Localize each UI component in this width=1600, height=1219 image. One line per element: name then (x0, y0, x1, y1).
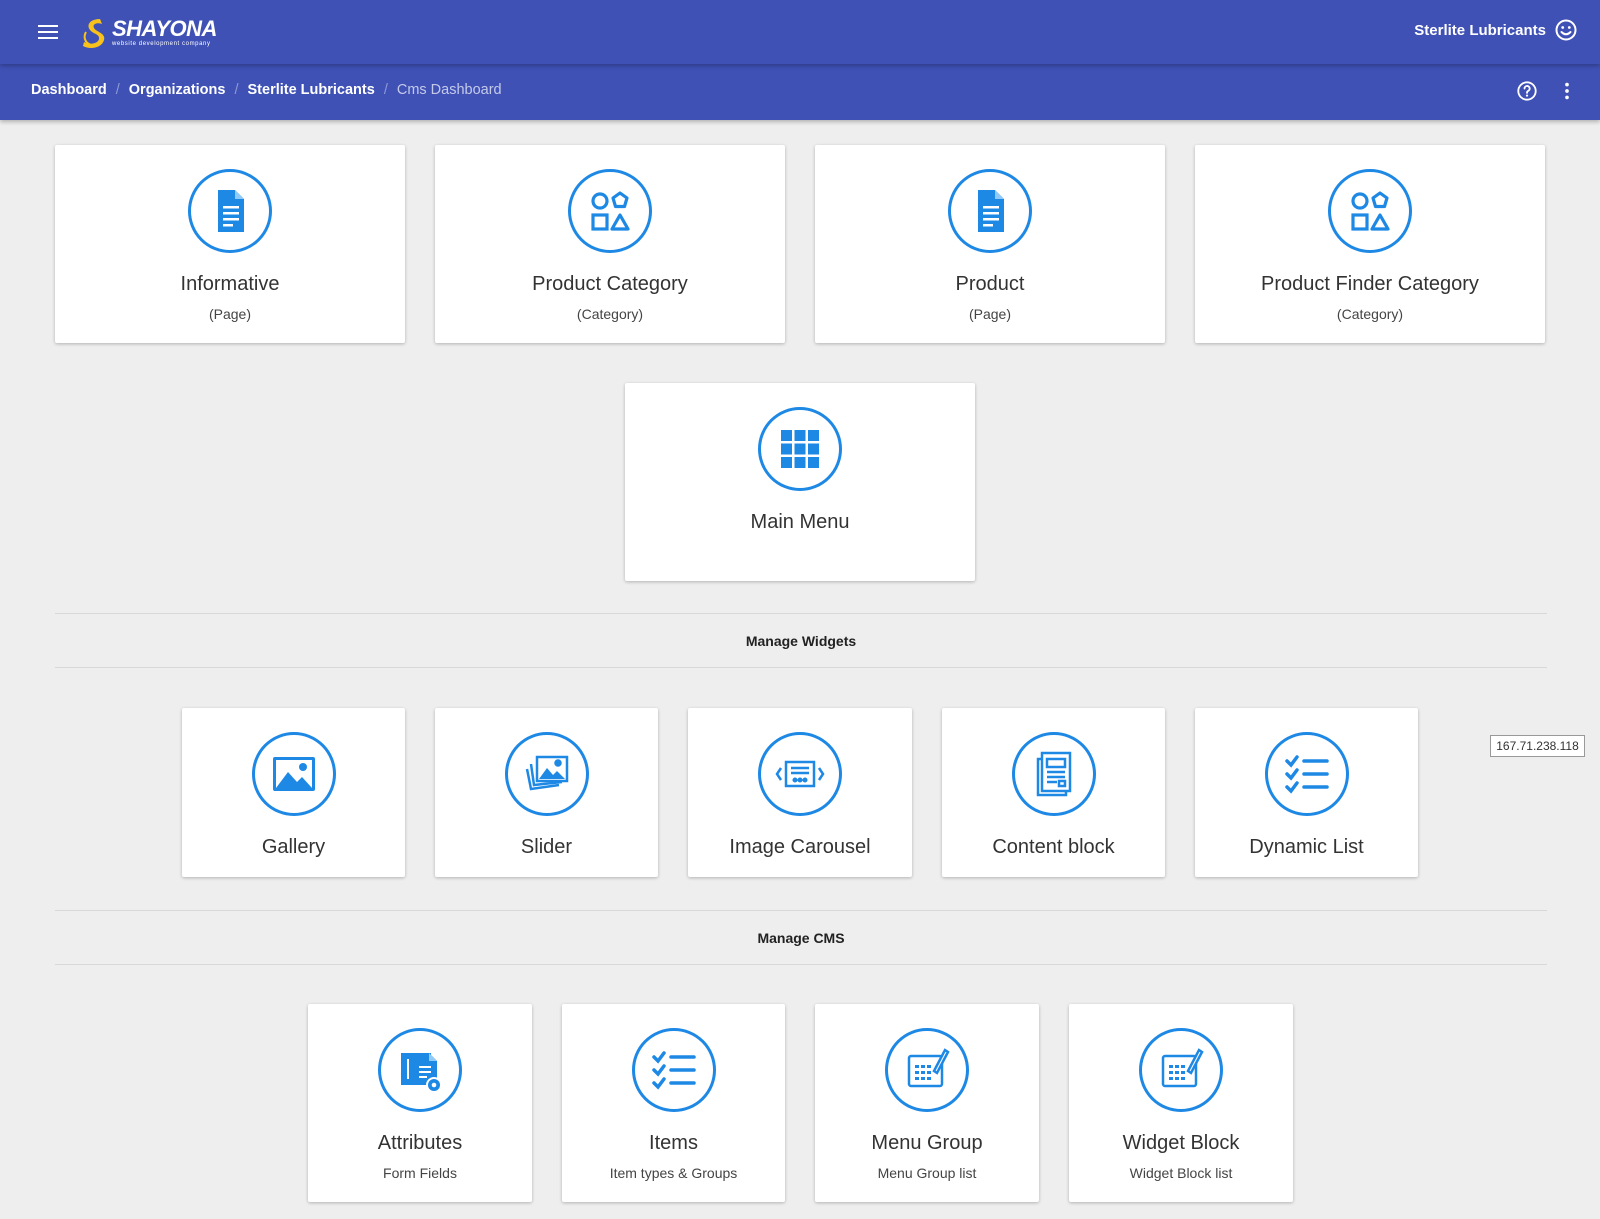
section-header-widgets: Manage Widgets (55, 613, 1547, 668)
card-subtitle: (Page) (208, 306, 252, 322)
card-attributes[interactable]: Attributes Form Fields (308, 1004, 532, 1202)
card-subtitle: Item types & Groups (609, 1165, 738, 1181)
card-title: Main Menu (750, 511, 850, 533)
brand-name: SHAYONA (112, 15, 217, 41)
brand-tagline: website development company (112, 40, 211, 47)
card-product-finder-category[interactable]: Product Finder Category (Category) (1195, 145, 1545, 343)
card-widget-block[interactable]: Widget Block Widget Block list (1069, 1004, 1293, 1202)
ip-address-tag: 167.71.238.118 (1490, 735, 1585, 757)
shapes-icon (1328, 169, 1412, 253)
breadcrumb-bar: Dashboard / Organizations / Sterlite Lub… (0, 64, 1600, 120)
newspaper-icon (1011, 732, 1096, 816)
card-informative[interactable]: Informative (Page) (55, 145, 405, 343)
card-slider[interactable]: Slider (435, 708, 658, 877)
breadcrumb-organizations[interactable]: Organizations (129, 82, 226, 98)
user-menu[interactable]: Sterlite Lubricants (1414, 18, 1578, 42)
hamburger-menu-icon[interactable] (36, 22, 60, 42)
help-icon[interactable] (1514, 78, 1540, 104)
smiley-account-icon (1555, 19, 1577, 41)
card-subtitle: Widget Block list (1129, 1165, 1233, 1181)
card-title: Attributes (377, 1132, 463, 1154)
more-options-icon[interactable] (1554, 78, 1580, 104)
card-subtitle: (Category) (1336, 306, 1404, 322)
card-product[interactable]: Product (Page) (815, 145, 1165, 343)
section-title: Manage CMS (757, 929, 845, 946)
breadcrumb-separator: / (115, 82, 120, 98)
logo-mark-icon (83, 19, 105, 48)
breadcrumb-organization[interactable]: Sterlite Lubricants (248, 82, 375, 98)
edit-table-icon (885, 1028, 969, 1112)
breadcrumb-current: Cms Dashboard (396, 82, 502, 98)
card-title: Widget Block (1122, 1132, 1240, 1154)
card-subtitle: Menu Group list (877, 1165, 977, 1181)
breadcrumb: Dashboard / Organizations / Sterlite Lub… (31, 82, 502, 98)
carousel-icon (758, 732, 842, 816)
form-settings-icon (378, 1028, 462, 1112)
card-title: Content block (992, 836, 1115, 858)
section-title: Manage Widgets (745, 632, 857, 649)
brand-logo[interactable]: SHAYONA website development company (80, 14, 217, 50)
top-app-bar: SHAYONA website development company Ster… (0, 0, 1600, 64)
card-title: Slider (520, 836, 573, 858)
user-name: Sterlite Lubricants (1414, 21, 1546, 39)
card-title: Image Carousel (729, 836, 871, 858)
breadcrumb-dashboard[interactable]: Dashboard (31, 82, 107, 98)
photo-stack-icon (504, 732, 589, 816)
card-product-category[interactable]: Product Category (Category) (435, 145, 785, 343)
card-title: Product Finder Category (1261, 273, 1479, 295)
breadcrumb-separator: / (234, 82, 239, 98)
card-dynamic-list[interactable]: Dynamic List (1195, 708, 1418, 877)
card-menu-group[interactable]: Menu Group Menu Group list (815, 1004, 1039, 1202)
card-title: Dynamic List (1249, 836, 1364, 858)
card-items[interactable]: Items Item types & Groups (562, 1004, 785, 1202)
card-title: Product (955, 273, 1025, 295)
checklist-icon (631, 1028, 716, 1112)
grid-icon (758, 407, 842, 491)
card-title: Menu Group (871, 1132, 983, 1154)
card-title: Product Category (532, 273, 688, 295)
card-subtitle: (Page) (968, 306, 1012, 322)
card-title: Gallery (261, 836, 326, 858)
card-main-menu[interactable]: Main Menu (625, 383, 975, 581)
card-title: Informative (180, 273, 280, 295)
card-subtitle: Form Fields (383, 1165, 457, 1181)
card-content-block[interactable]: Content block (942, 708, 1165, 877)
shapes-icon (568, 169, 652, 253)
card-image-carousel[interactable]: Image Carousel (688, 708, 912, 877)
card-title: Items (649, 1132, 698, 1154)
document-icon (948, 169, 1032, 253)
edit-table-icon (1139, 1028, 1223, 1112)
document-icon (188, 169, 272, 253)
checklist-icon (1264, 732, 1349, 816)
breadcrumb-separator: / (383, 82, 388, 98)
card-gallery[interactable]: Gallery (182, 708, 405, 877)
card-subtitle: (Category) (576, 306, 644, 322)
image-icon (251, 732, 336, 816)
section-header-cms: Manage CMS (55, 910, 1547, 965)
